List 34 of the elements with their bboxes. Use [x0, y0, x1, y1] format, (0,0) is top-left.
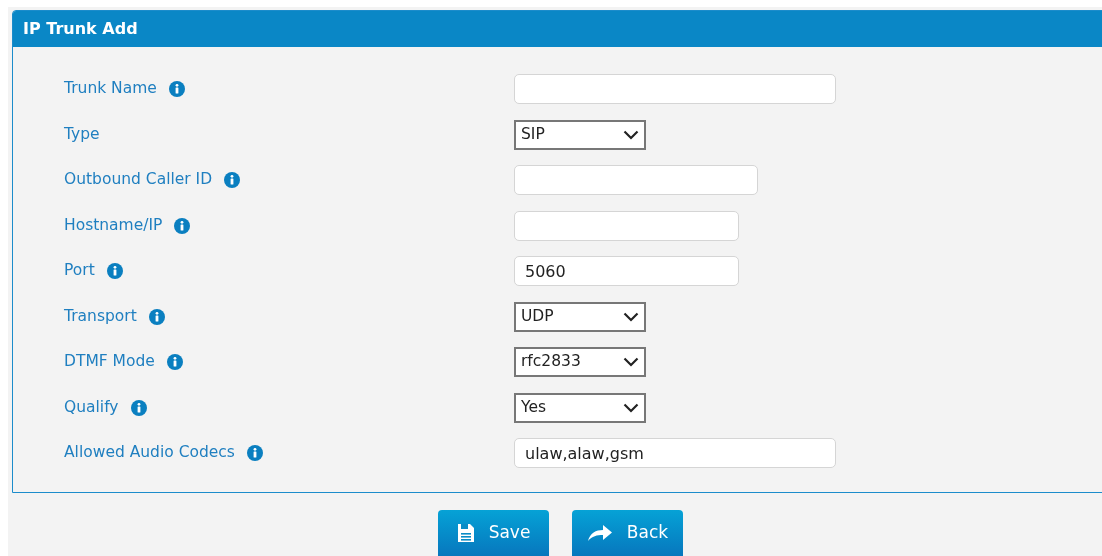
field-label: Transport	[64, 305, 137, 327]
dropdown[interactable]: SIP	[514, 119, 646, 150]
text-field[interactable]: ulaw,alaw,gsm	[514, 438, 836, 468]
info-icon[interactable]	[174, 217, 191, 234]
field-label: DTMF Mode	[64, 351, 155, 373]
dropdown[interactable]: Yes	[514, 392, 646, 423]
dropdown[interactable]: rfc2833	[514, 347, 646, 377]
dropdown[interactable]: UDP	[514, 301, 646, 332]
field-label: Type	[64, 123, 100, 145]
field-label: Hostname/IP	[64, 214, 163, 236]
back-button[interactable]: Back	[572, 510, 683, 556]
text-field[interactable]	[514, 74, 836, 104]
info-icon[interactable]	[166, 354, 183, 370]
curved-arrow-icon	[586, 524, 613, 542]
info-icon[interactable]	[168, 81, 185, 97]
info-icon[interactable]	[246, 445, 263, 461]
save-button[interactable]: Save	[438, 510, 549, 556]
field-label: Qualify	[64, 396, 119, 418]
text-field[interactable]: 5060	[514, 256, 739, 286]
chevron-down-icon	[623, 402, 639, 413]
field-label: Allowed Audio Codecs	[64, 442, 235, 464]
info-icon[interactable]	[106, 263, 123, 279]
chevron-down-icon	[623, 311, 639, 322]
text-field[interactable]	[514, 210, 739, 241]
info-icon[interactable]	[148, 308, 165, 325]
info-icon[interactable]	[130, 399, 147, 416]
field-label: Outbound Caller ID	[64, 169, 213, 191]
panel-title: IP Trunk Add	[23, 18, 138, 40]
chevron-down-icon	[623, 357, 639, 367]
text-field[interactable]	[514, 165, 758, 195]
info-icon[interactable]	[224, 172, 241, 188]
field-label: Port	[64, 260, 95, 282]
chevron-down-icon	[623, 129, 639, 140]
field-label: Trunk Name	[64, 78, 157, 100]
